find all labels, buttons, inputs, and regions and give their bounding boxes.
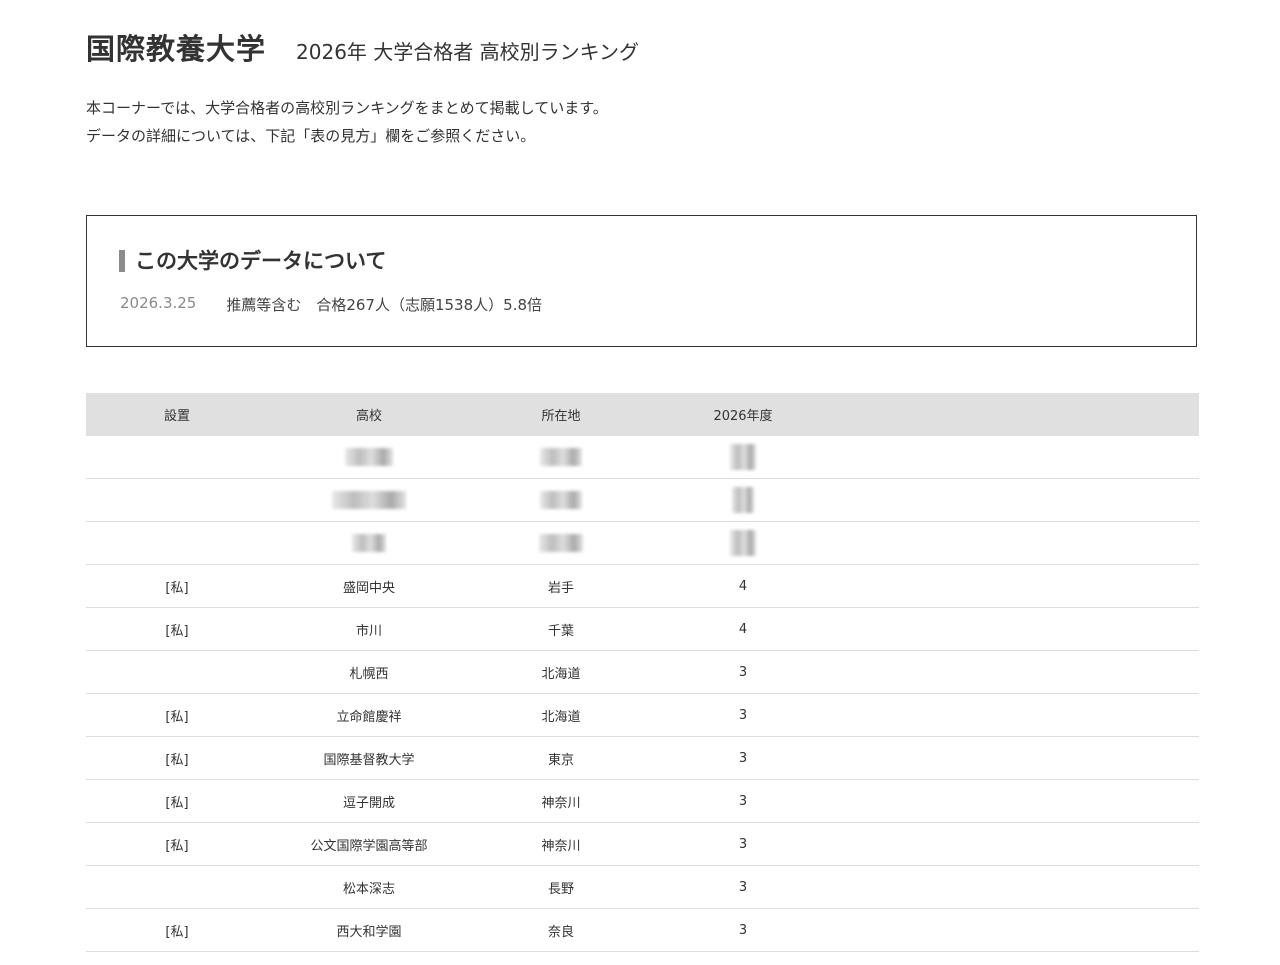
header-location: 所在地	[470, 393, 652, 436]
page-header: 国際教養大学 2026年 大学合格者 高校別ランキング	[86, 26, 639, 68]
row-type: [私]	[86, 779, 268, 823]
row-empty	[834, 693, 1199, 737]
row-count: 3	[652, 693, 834, 737]
row-location: 神奈川	[470, 779, 652, 823]
row-type: [私]	[86, 564, 268, 608]
blurred-school	[345, 448, 393, 466]
header-empty	[834, 393, 1199, 436]
row-type: [私]	[86, 908, 268, 952]
row-empty	[834, 564, 1199, 608]
row-location: 東京	[470, 736, 652, 780]
row-type: [私]	[86, 693, 268, 737]
admission-summary: 推薦等含む 合格267人（志願1538人）5.8倍	[226, 296, 543, 314]
blurred-row	[86, 521, 1199, 565]
blurred-school	[352, 534, 386, 552]
row-type: [私]	[86, 736, 268, 780]
page-subtitle: 2026年 大学合格者 高校別ランキング	[296, 40, 640, 64]
row-location: 神奈川	[470, 822, 652, 866]
table-header-row: 設置 高校 所在地 2026年度	[86, 393, 1199, 436]
blurred-count	[732, 487, 754, 513]
blurred-location	[540, 448, 582, 466]
row-count: 3	[652, 865, 834, 909]
data-date: 2026.3.25	[120, 294, 197, 312]
blurred-row	[86, 478, 1199, 522]
row-school: 松本深志	[268, 865, 470, 909]
table-row: [私] 公文国際学園高等部 神奈川 3	[86, 822, 1199, 866]
university-name: 国際教養大学	[86, 32, 267, 66]
row-school: 西大和学園	[268, 908, 470, 952]
blurred-location	[540, 491, 582, 509]
row-school: 公文国際学園高等部	[268, 822, 470, 866]
row-empty	[834, 865, 1199, 909]
blurred-row	[86, 436, 1199, 479]
row-location: 北海道	[470, 693, 652, 737]
intro-line-2: データの詳細については、下記「表の見方」欄をご参照ください。	[86, 127, 536, 145]
row-location: 北海道	[470, 650, 652, 694]
row-count: 3	[652, 908, 834, 952]
blurred-location	[539, 534, 583, 552]
table-row: [私] 西大和学園 奈良 3	[86, 908, 1199, 952]
table-row: 札幌西 北海道 3	[86, 650, 1199, 694]
blurred-count	[730, 530, 756, 556]
row-count: 3	[652, 650, 834, 694]
blurred-count	[730, 444, 756, 470]
info-box-title: この大学のデータについて	[119, 250, 386, 272]
row-empty	[834, 736, 1199, 780]
row-school: 市川	[268, 607, 470, 651]
table-row: 松本深志 長野 3	[86, 865, 1199, 909]
table-row: [私] 国際基督教大学 東京 3	[86, 736, 1199, 780]
table-body: [私] 盛岡中央 岩手 4 [私] 市川 千葉 4 札幌西 北海道 3 [私] 立命館慶祥 北海道 3 [私]…	[86, 436, 1199, 952]
table-row: [私] 市川 千葉 4	[86, 607, 1199, 651]
row-school: 盛岡中央	[268, 564, 470, 608]
intro-text: 本コーナーでは、大学合格者の高校別ランキングをまとめて掲載しています。 データの…	[86, 94, 608, 150]
header-school: 高校	[268, 393, 470, 436]
row-type	[86, 865, 268, 909]
row-school: 札幌西	[268, 650, 470, 694]
row-count: 3	[652, 822, 834, 866]
table-row: [私] 盛岡中央 岩手 4	[86, 564, 1199, 608]
row-type: [私]	[86, 822, 268, 866]
ranking-table: 設置 高校 所在地 2026年度 [私] 盛岡中央 岩手 4 [私] 市川 千葉…	[86, 393, 1199, 952]
row-location: 奈良	[470, 908, 652, 952]
row-empty	[834, 822, 1199, 866]
row-location: 長野	[470, 865, 652, 909]
row-count: 3	[652, 779, 834, 823]
row-location: 岩手	[470, 564, 652, 608]
table-row: [私] 逗子開成 神奈川 3	[86, 779, 1199, 823]
row-count: 4	[652, 564, 834, 608]
university-data-box: この大学のデータについて 2026.3.25 推薦等含む 合格267人（志願15…	[86, 215, 1197, 347]
row-empty	[834, 779, 1199, 823]
info-box-summary: 2026.3.25 推薦等含む 合格267人（志願1538人）5.8倍	[120, 294, 542, 315]
row-count: 4	[652, 607, 834, 651]
blurred-school	[332, 491, 406, 509]
header-type: 設置	[86, 393, 268, 436]
table-row: [私] 立命館慶祥 北海道 3	[86, 693, 1199, 737]
page: 国際教養大学 2026年 大学合格者 高校別ランキング 本コーナーでは、大学合格…	[0, 0, 1280, 965]
row-type	[86, 650, 268, 694]
row-school: 国際基督教大学	[268, 736, 470, 780]
row-location: 千葉	[470, 607, 652, 651]
row-count: 3	[652, 736, 834, 780]
header-year: 2026年度	[652, 393, 834, 436]
row-empty	[834, 650, 1199, 694]
row-empty	[834, 908, 1199, 952]
intro-line-1: 本コーナーでは、大学合格者の高校別ランキングをまとめて掲載しています。	[86, 99, 608, 117]
row-school: 逗子開成	[268, 779, 470, 823]
row-school: 立命館慶祥	[268, 693, 470, 737]
row-empty	[834, 607, 1199, 651]
row-type: [私]	[86, 607, 268, 651]
